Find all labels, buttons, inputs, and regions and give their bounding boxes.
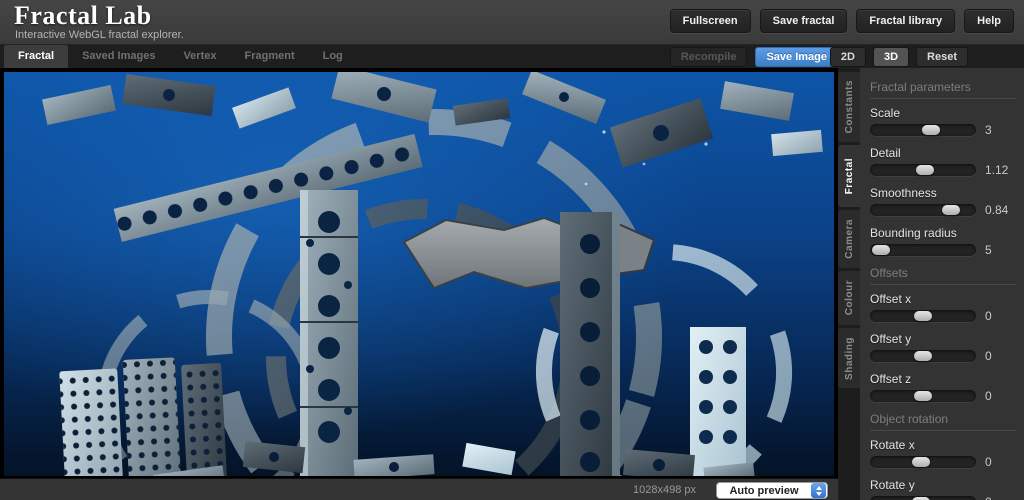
section-title-offsets: Offsets (870, 266, 1016, 285)
slider-bounding-radius: Bounding radius 5 (870, 226, 1024, 257)
canvas-status-bar: 1028x498 px Auto preview (0, 478, 838, 500)
fractal-library-button[interactable]: Fractal library (856, 9, 955, 33)
sidebar-tab-fractal[interactable]: Fractal (838, 145, 860, 207)
scale-slider[interactable] (870, 124, 976, 136)
section-title-fractal-parameters: Fractal parameters (870, 80, 1016, 99)
fullscreen-button[interactable]: Fullscreen (670, 9, 751, 33)
offset-x-slider-handle[interactable] (914, 311, 932, 321)
offset-z-slider-handle[interactable] (914, 391, 932, 401)
slider-offset-x: Offset x 0 (870, 292, 1024, 323)
app-title: Fractal Lab (14, 1, 152, 31)
scale-value: 3 (985, 123, 992, 137)
tab-fragment[interactable]: Fragment (230, 45, 308, 68)
tab-vertex[interactable]: Vertex (169, 45, 230, 68)
help-button[interactable]: Help (964, 9, 1014, 33)
bounding-radius-slider[interactable] (870, 244, 976, 256)
slider-rotate-y: Rotate y 0 (870, 478, 1024, 500)
sidebar-tab-camera[interactable]: Camera (838, 210, 860, 268)
sidebar-tab-constants[interactable]: Constants (838, 72, 860, 142)
mode-3d-button[interactable]: 3D (873, 47, 909, 67)
tab-fractal[interactable]: Fractal (4, 45, 68, 68)
preview-mode-value: Auto preview (717, 485, 811, 497)
rotate-x-slider[interactable] (870, 456, 976, 468)
bounding-radius-value: 5 (985, 243, 992, 257)
tab-saved-images[interactable]: Saved Images (68, 45, 169, 68)
sidebar-tab-strip: Constants Fractal Camera Colour Shading (838, 68, 860, 500)
offset-y-slider-handle[interactable] (914, 351, 932, 361)
fractal-parameters-panel: Fractal parameters Scale 3 Detail 1.12 S… (860, 68, 1024, 500)
mode-controls: 2D 3D Reset (830, 47, 968, 67)
slider-offset-z: Offset z 0 (870, 372, 1024, 403)
offset-z-value: 0 (985, 389, 992, 403)
app-subtitle: Interactive WebGL fractal explorer. (15, 29, 184, 41)
save-fractal-button[interactable]: Save fractal (760, 9, 848, 33)
slider-rotate-x: Rotate x 0 (870, 438, 1024, 469)
fractal-lab-app: Fractal Lab Interactive WebGL fractal ex… (0, 0, 1024, 500)
slider-smoothness: Smoothness 0.84 (870, 186, 1024, 217)
save-image-button[interactable]: Save Image (755, 47, 838, 67)
offset-y-value: 0 (985, 349, 992, 363)
detail-value: 1.12 (985, 163, 1008, 177)
smoothness-value: 0.84 (985, 203, 1008, 217)
detail-slider-handle[interactable] (916, 165, 934, 175)
sidebar-tab-colour[interactable]: Colour (838, 271, 860, 325)
scale-slider-handle[interactable] (922, 125, 940, 135)
section-title-object-rotation: Object rotation (870, 412, 1016, 431)
smoothness-slider[interactable] (870, 204, 976, 216)
detail-slider[interactable] (870, 164, 976, 176)
select-stepper-icon (811, 483, 826, 498)
slider-offset-y: Offset y 0 (870, 332, 1024, 363)
rotate-y-slider[interactable] (870, 496, 976, 500)
offset-x-value: 0 (985, 309, 992, 323)
offset-y-slider[interactable] (870, 350, 976, 362)
smoothness-slider-handle[interactable] (942, 205, 960, 215)
header: Fractal Lab Interactive WebGL fractal ex… (0, 0, 1024, 45)
rotate-x-slider-handle[interactable] (912, 457, 930, 467)
bounding-radius-slider-handle[interactable] (872, 245, 890, 255)
header-buttons: Fullscreen Save fractal Fractal library … (670, 9, 1014, 33)
offset-x-slider[interactable] (870, 310, 976, 322)
tab-bar: Fractal Saved Images Vertex Fragment Log… (0, 45, 1024, 68)
offset-z-slider[interactable] (870, 390, 976, 402)
rotate-y-value: 0 (985, 495, 992, 500)
fractal-render (4, 72, 834, 476)
recompile-button[interactable]: Recompile (670, 47, 748, 67)
mode-2d-button[interactable]: 2D (830, 47, 866, 67)
reset-button[interactable]: Reset (916, 47, 968, 67)
sidebar-tab-shading[interactable]: Shading (838, 328, 860, 388)
fractal-canvas[interactable] (0, 68, 838, 478)
preview-mode-select[interactable]: Auto preview (716, 482, 828, 499)
tab-log[interactable]: Log (309, 45, 357, 68)
compile-controls: Recompile Save Image (670, 47, 838, 67)
slider-scale: Scale 3 (870, 106, 1024, 137)
rotate-x-value: 0 (985, 455, 992, 469)
slider-detail: Detail 1.12 (870, 146, 1024, 177)
resolution-label: 1028x498 px (633, 479, 696, 500)
